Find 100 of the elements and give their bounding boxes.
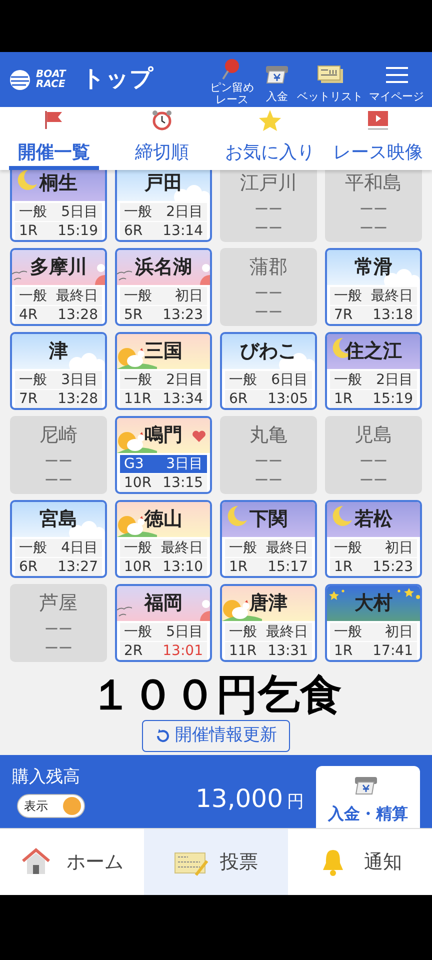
venue-card[interactable]: 宮島 一般 4日目 6R 13:27 <box>10 500 107 578</box>
status-text: ーー <box>254 284 282 304</box>
venue-name: 丸亀 <box>250 423 288 448</box>
race-number: 5R <box>124 306 143 324</box>
status-text: ーー <box>254 220 282 238</box>
race-number: 6R <box>229 390 248 408</box>
day-label: 3日目 <box>166 455 203 473</box>
venue-name: 大村 <box>354 591 392 616</box>
venue-name: 尼崎 <box>40 423 78 448</box>
grade-label: 一般 <box>19 287 47 305</box>
post-time: 13:14 <box>162 222 203 240</box>
venue-card[interactable]: 三国 一般 2日目 11R 13:34 <box>115 332 212 410</box>
grade-label: 一般 <box>19 203 47 221</box>
sunset-cloud-drawing <box>198 263 210 285</box>
venue-name: 三国 <box>144 339 182 364</box>
tab[interactable]: レース映像 <box>324 107 432 170</box>
deposit-button[interactable]: 入金・精算 <box>316 766 420 828</box>
grade-label: G3 <box>124 455 144 473</box>
grade-label: 一般 <box>334 287 362 305</box>
venue-name: 宮島 <box>40 507 78 532</box>
day-label: 2日目 <box>166 203 203 221</box>
venue-name: 鳴門 <box>144 423 182 448</box>
status-text: ーー <box>254 472 282 490</box>
balance-amount: 13,000 <box>196 782 283 815</box>
status-text: ーー <box>254 304 282 322</box>
venue-card[interactable]: 桐生 一般 5日目 1R 15:19 <box>10 170 107 242</box>
status-text: ーー <box>360 220 388 238</box>
venue-name: 徳山 <box>144 507 182 532</box>
venue-name: 唐津 <box>250 591 288 616</box>
venue-card[interactable]: びわこ 一般 6日目 6R 13:05 <box>220 332 317 410</box>
caption-text: １００円乞食 <box>90 672 342 718</box>
grade-label: 一般 <box>19 539 47 557</box>
venue-card[interactable]: 浜名湖 一般 初日 5R 13:23 <box>115 248 212 326</box>
day-label: 最終日 <box>161 539 203 557</box>
birds-icon <box>12 269 27 281</box>
status-text: ーー <box>44 452 72 472</box>
venue-card[interactable]: 唐津 一般 最終日 11R 13:31 <box>220 584 317 662</box>
venue-card[interactable]: 多摩川 一般 最終日 4R 13:28 <box>10 248 107 326</box>
venue-card[interactable]: 鳴門 G3 3日目 10R 13:15 <box>115 416 212 494</box>
header-link[interactable]: 入金 <box>266 87 288 107</box>
tab[interactable]: お気に入り <box>216 107 324 170</box>
venue-card[interactable]: 下関 一般 最終日 1R 15:17 <box>220 500 317 578</box>
grade-label: 一般 <box>334 371 362 389</box>
grade-label: 一般 <box>124 287 152 305</box>
post-time: 15:17 <box>268 558 308 576</box>
venue-name: びわこ <box>240 339 297 364</box>
nav-item[interactable]: 投票 <box>144 829 288 895</box>
venue-card[interactable]: 戸田 一般 2日目 6R 13:14 <box>115 170 212 242</box>
post-time: 13:15 <box>162 474 203 492</box>
venue-name: 江戸川 <box>240 171 297 196</box>
post-time: 13:23 <box>162 306 203 324</box>
venue-name: 常滑 <box>354 255 392 280</box>
venue-name: 下関 <box>250 507 288 532</box>
grade-label: 一般 <box>124 371 152 389</box>
day-label: 2日目 <box>166 371 203 389</box>
header-link[interactable]: ベットリスト <box>297 87 363 107</box>
venue-card[interactable]: 津 一般 3日目 7R 13:28 <box>10 332 107 410</box>
display-toggle[interactable]: 表示 <box>17 794 85 818</box>
grade-label: 一般 <box>124 203 152 221</box>
status-text: ーー <box>360 200 388 220</box>
grade-label: 一般 <box>124 539 152 557</box>
venue-card[interactable]: 若松 一般 初日 1R 15:23 <box>325 500 422 578</box>
grade-label: 一般 <box>19 371 47 389</box>
venue-name: 多摩川 <box>30 255 87 280</box>
day-label: 3日目 <box>61 371 98 389</box>
post-time: 13:05 <box>268 390 308 408</box>
venue-name: 福岡 <box>144 591 182 616</box>
venue-card[interactable]: 大村 一般 初日 1R 17:41 <box>325 584 422 662</box>
grade-label: 一般 <box>229 539 257 557</box>
balance-label: 購入残高 <box>12 766 81 790</box>
race-number: 6R <box>124 222 143 240</box>
race-number: 11R <box>229 642 257 660</box>
header-link[interactable]: マイページ <box>369 87 424 107</box>
day-label: 最終日 <box>371 287 413 305</box>
venue-card[interactable]: 福岡 一般 5日目 2R 13:01 <box>115 584 212 662</box>
venue-card[interactable]: 住之江 一般 2日目 1R 15:19 <box>325 332 422 410</box>
venue-name: 芦屋 <box>40 591 78 616</box>
post-time: 17:41 <box>372 642 413 660</box>
status-text: ーー <box>254 200 282 220</box>
header-link[interactable]: ピン留めレース <box>207 81 257 107</box>
grade-label: 一般 <box>229 371 257 389</box>
venue-name: 住之江 <box>345 339 402 364</box>
birds-icon <box>117 605 132 617</box>
day-label: 初日 <box>385 623 413 641</box>
venue-card[interactable]: 常滑 一般 最終日 7R 13:18 <box>325 248 422 326</box>
day-label: 6日目 <box>271 371 308 389</box>
post-time: 15:19 <box>58 222 98 240</box>
tab[interactable]: 締切順 <box>108 107 216 170</box>
refresh-button[interactable]: 開催情報更新 <box>142 720 290 752</box>
post-time: 15:23 <box>372 558 413 576</box>
tab[interactable]: 開催一覧 <box>0 107 108 170</box>
star-icon <box>258 109 282 133</box>
race-number: 1R <box>334 642 353 660</box>
day-label: 2日目 <box>376 371 413 389</box>
race-number: 1R <box>334 558 353 576</box>
venue-card[interactable]: 徳山 一般 最終日 10R 13:10 <box>115 500 212 578</box>
grade-label: 一般 <box>124 623 152 641</box>
venue-name: 津 <box>49 339 68 364</box>
post-time: 13:10 <box>162 558 203 576</box>
status-text: ーー <box>360 452 388 472</box>
